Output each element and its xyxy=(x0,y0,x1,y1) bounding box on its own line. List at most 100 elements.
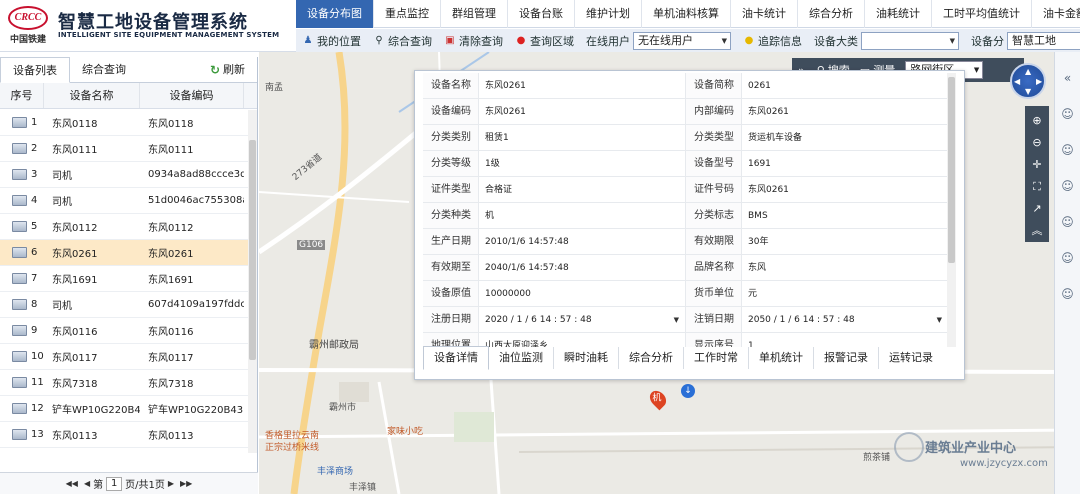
export-icon[interactable]: ↗ xyxy=(1032,198,1041,220)
zoom-in-icon[interactable]: ⊕ xyxy=(1032,110,1041,132)
table-row[interactable]: 11 东风7318 东风7318 xyxy=(0,370,248,396)
user-icon[interactable]: ☺ xyxy=(1061,276,1074,312)
zoom-out-icon[interactable]: ⊖ xyxy=(1032,132,1041,154)
next-page-icon[interactable]: ▶ xyxy=(168,479,174,488)
equipment-category-select[interactable] xyxy=(861,31,959,50)
user-icon[interactable]: ☺ xyxy=(1061,168,1074,204)
user-icon[interactable]: ☺ xyxy=(1061,240,1074,276)
nav-tab[interactable]: 维护计划 xyxy=(575,0,642,28)
row-number-cell: 7 xyxy=(0,273,44,284)
table-row[interactable]: 10 东风0117 东风0117 xyxy=(0,344,248,370)
list-scrollbar-thumb[interactable] xyxy=(249,140,256,360)
device-name-cell: 司机 xyxy=(52,197,72,208)
equipment-category-label: 设备大类 xyxy=(814,34,858,48)
table-row[interactable]: 14东风0115东风0115 xyxy=(0,448,248,453)
device-icon xyxy=(12,377,27,388)
row-number: 13 xyxy=(31,429,44,440)
location-marker-icon[interactable]: ↓ xyxy=(681,384,695,398)
refresh-label: 刷新 xyxy=(223,63,245,76)
device-name-cell: 东风0118 xyxy=(52,119,98,130)
last-page-icon[interactable]: ▶▶ xyxy=(180,479,192,488)
user-icon[interactable]: ☺ xyxy=(1061,204,1074,240)
nav-tab[interactable]: 群组管理 xyxy=(441,0,508,28)
table-row[interactable]: 6 东风0261 东风0261 xyxy=(0,240,248,266)
site-select[interactable]: 智慧工地 xyxy=(1007,31,1080,50)
detail-label: 注册日期 xyxy=(423,307,479,332)
collapse-icon[interactable]: ︽ xyxy=(1032,220,1043,242)
collapse-right-icon[interactable]: « xyxy=(1064,60,1071,96)
nav-tab[interactable]: 综合分析 xyxy=(798,0,865,28)
nav-tab[interactable]: 设备台账 xyxy=(508,0,575,28)
table-row[interactable]: 4 司机 51d0046ac755308a xyxy=(0,188,248,214)
detail-tab[interactable]: 瞬时油耗 xyxy=(554,347,619,369)
table-row[interactable]: 9 东风0116 东风0116 xyxy=(0,318,248,344)
refresh-button[interactable]: ↻ 刷新 xyxy=(210,57,245,83)
detail-scrollbar-thumb[interactable] xyxy=(948,77,955,263)
detail-label: 证件号码 xyxy=(686,177,742,202)
prev-page-icon[interactable]: ◀ xyxy=(84,479,90,488)
date-picker[interactable]: 2050 / 1 / 6 14 : 57 : 48 xyxy=(742,307,949,332)
date-picker[interactable]: 2020 / 1 / 6 14 : 57 : 48 xyxy=(479,307,686,332)
nav-tab[interactable]: 单机油料核算 xyxy=(642,0,731,28)
table-row[interactable]: 8 司机 607d4109a197fddc xyxy=(0,292,248,318)
table-row[interactable]: 1 东风0118 东风0118 xyxy=(0,110,248,136)
fullscreen-icon[interactable]: ⛶ xyxy=(1033,176,1041,198)
table-row[interactable]: 12 铲车WP10G220B431 铲车WP10G220B431 xyxy=(0,396,248,422)
pan-icon[interactable]: ✛ xyxy=(1032,154,1041,176)
nav-tab[interactable]: 设备分布图 xyxy=(296,0,374,28)
watermark-title: 建筑业产业中心 xyxy=(925,441,1017,456)
column-header-no[interactable]: 序号 xyxy=(0,83,44,108)
detail-scrollbar[interactable] xyxy=(947,73,956,347)
user-icon[interactable]: ☺ xyxy=(1061,96,1074,132)
row-number-cell: 10 xyxy=(0,351,44,362)
column-header-name[interactable]: 设备名称 xyxy=(44,83,140,108)
detail-tab[interactable]: 单机统计 xyxy=(749,347,814,369)
device-name-cell: 东风0111 xyxy=(52,145,98,156)
detail-row: 地理位置 山西太原迎泽乡 显示序号 1 xyxy=(423,333,949,347)
detail-value: 租赁1 xyxy=(479,125,686,150)
main-nav-tabs: 设备分布图 重点监控 群组管理 设备台账 维护计划 单机油料核算 油卡统计 综合分析 油耗统计工… xyxy=(296,0,1080,28)
detail-value: 2010/1/6 14:57:48 xyxy=(479,229,686,254)
detail-tab[interactable]: 油位监测 xyxy=(489,347,554,369)
device-code-cell: 东风0113 xyxy=(148,431,194,442)
device-icon xyxy=(12,299,27,310)
detail-tab[interactable]: 综合分析 xyxy=(619,347,684,369)
detail-label: 设备原值 xyxy=(423,281,479,306)
nav-tab[interactable]: 油耗统计 xyxy=(865,0,932,28)
list-scrollbar[interactable] xyxy=(248,110,257,453)
my-location-button[interactable]: ♟ 我的位置 xyxy=(296,33,367,49)
user-icon[interactable]: ☺ xyxy=(1061,132,1074,168)
column-header-code[interactable]: 设备编码 xyxy=(140,83,244,108)
page-input[interactable]: 1 xyxy=(106,476,123,491)
table-row[interactable]: 5 东风0112 东风0112 xyxy=(0,214,248,240)
table-row[interactable]: 2 东风0111 东风0111 xyxy=(0,136,248,162)
online-users-select[interactable]: 无在线用户 xyxy=(633,31,731,50)
clear-query-button[interactable]: ▣ 清除查询 xyxy=(438,33,509,49)
first-page-icon[interactable]: ◀◀ xyxy=(66,479,78,488)
query-area-button[interactable]: ● 查询区域 xyxy=(509,33,580,49)
map-pan-compass-icon[interactable]: ▲ ▼ ◀ ▶ xyxy=(1010,63,1046,99)
detail-value: BMS xyxy=(742,203,949,228)
table-row[interactable]: 13 东风0113 东风0113 xyxy=(0,422,248,448)
detail-tabs: 设备详情 油位监测 瞬时油耗 综合分析 工作时常 单机统计 报警记录 运转记录 xyxy=(423,346,943,370)
nav-tab[interactable]: 油卡统计 xyxy=(731,0,798,28)
nav-tab[interactable]: 工时平均值统计 xyxy=(932,0,1032,28)
detail-value: 机 xyxy=(479,203,686,228)
detail-tab[interactable]: 工作时常 xyxy=(684,347,749,369)
detail-tab[interactable]: 报警记录 xyxy=(814,347,879,369)
table-row[interactable]: 7 东风1691 东风1691 xyxy=(0,266,248,292)
row-number: 7 xyxy=(31,273,38,284)
composite-query-button[interactable]: ⚲ 综合查询 xyxy=(367,33,438,49)
row-number-cell: 9 xyxy=(0,325,44,336)
detail-value: 东风 xyxy=(742,255,949,280)
tab-equipment-list[interactable]: 设备列表 xyxy=(0,57,70,83)
nav-tab[interactable]: 油卡金额 xyxy=(1032,0,1080,28)
nav-tab[interactable]: 重点监控 xyxy=(374,0,441,28)
detail-tab[interactable]: 设备详情 xyxy=(423,346,489,370)
detail-value: 山西太原迎泽乡 xyxy=(479,333,686,347)
detail-row: 分类类别 租赁1 分类类型 货运机车设备 xyxy=(423,125,949,151)
tab-composite-query[interactable]: 综合查询 xyxy=(70,57,138,82)
detail-tab[interactable]: 运转记录 xyxy=(879,347,943,369)
table-row[interactable]: 3 司机 0934a8ad88ccce3d xyxy=(0,162,248,188)
tracking-info-button[interactable]: ● 追踪信息 xyxy=(737,33,808,49)
